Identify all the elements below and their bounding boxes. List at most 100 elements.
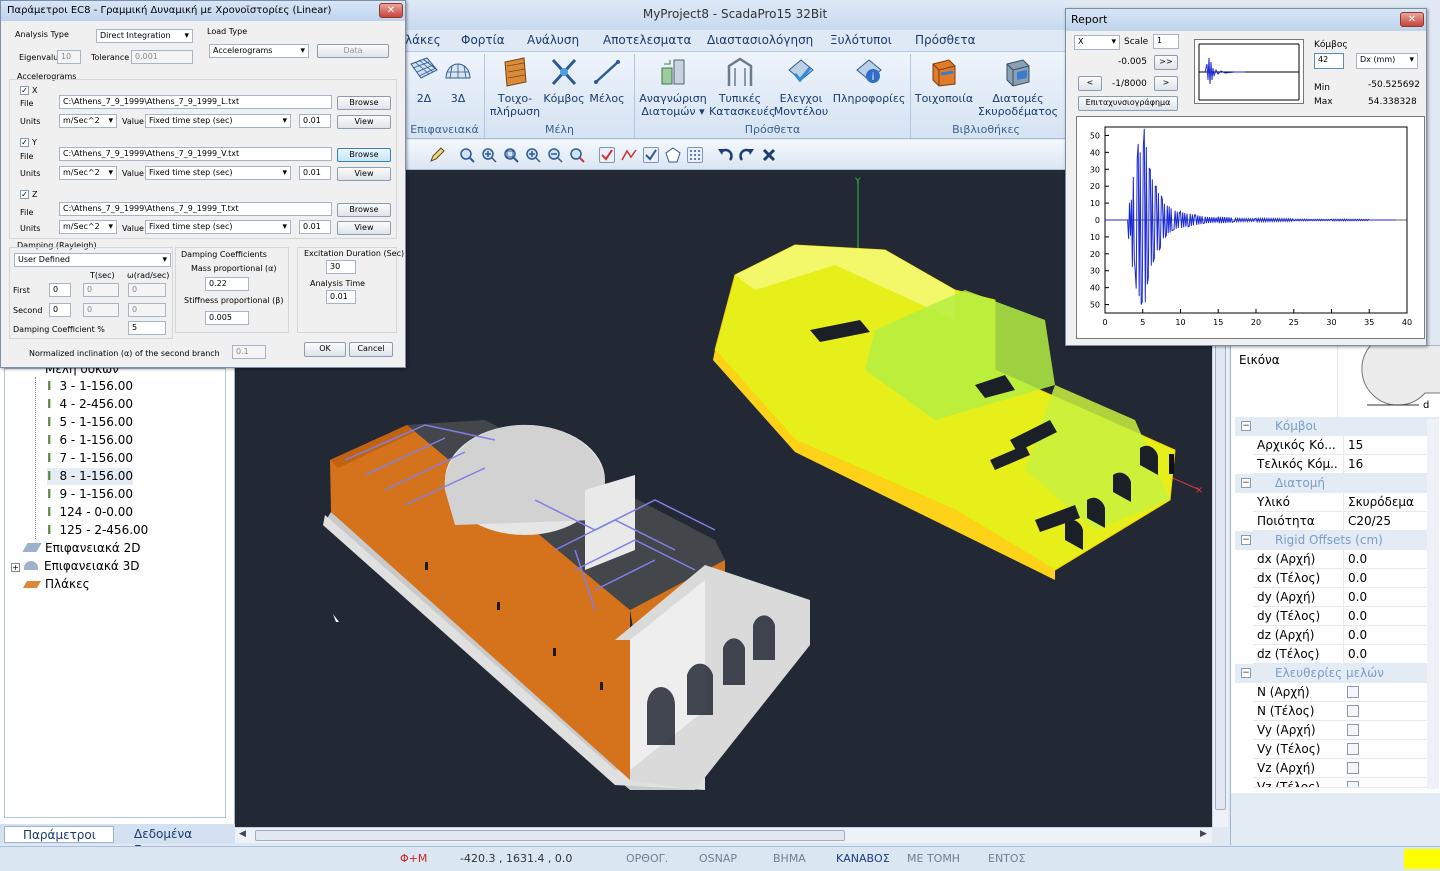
horizontal-scrollbar[interactable]: ◀ ▶: [235, 827, 1212, 843]
prop-end-node[interactable]: Τελικός Κόμ... 16: [1253, 455, 1439, 474]
section-member-releases[interactable]: − Ελευθερίες μελών: [1235, 664, 1439, 683]
menu-analysis[interactable]: Ανάλυση: [527, 33, 579, 47]
prop-release-vz-start[interactable]: Vz (Αρχή): [1253, 759, 1439, 778]
prop-dy-start[interactable]: dy (Αρχή) 0.0: [1253, 588, 1439, 607]
prop-dx-end[interactable]: dx (Τέλος) 0.0: [1253, 569, 1439, 588]
y-value-select[interactable]: Fixed time step (sec): [145, 166, 291, 180]
info-button[interactable]: i Πληροφορίες: [831, 56, 907, 105]
release-checkbox[interactable]: [1347, 781, 1359, 787]
second-t-input[interactable]: 0: [83, 303, 119, 317]
model-check-button[interactable]: Ελεγχοι Μοντέλου: [771, 56, 831, 118]
first-w-input[interactable]: 0: [128, 283, 166, 297]
status-section[interactable]: ΜΕ ΤΟΜΗ: [907, 852, 960, 865]
surface-3d-button[interactable]: 3Δ: [441, 56, 475, 105]
masonry-button[interactable]: Τοιχοποιία: [913, 56, 975, 105]
check-box-icon[interactable]: [643, 147, 659, 163]
x-browse-button[interactable]: Browse: [337, 96, 391, 110]
prop-release-n-start[interactable]: N (Αρχή): [1253, 683, 1439, 702]
damping-type-select[interactable]: User Defined: [14, 253, 171, 267]
ok-button[interactable]: OK: [304, 342, 346, 357]
section-cross-section[interactable]: − Διατομή: [1235, 474, 1439, 493]
mass-proportional-input[interactable]: 0.22: [205, 277, 249, 291]
next-step-button[interactable]: >>: [1154, 55, 1178, 70]
tree-item-surfaces-3d[interactable]: + Επιφανειακά 3D: [11, 558, 140, 575]
zoom-in-icon[interactable]: [481, 147, 497, 163]
scroll-left-icon[interactable]: ◀: [239, 829, 246, 839]
scroll-thumb[interactable]: [255, 830, 845, 841]
tree-item-member-selected[interactable]: I8 - 1-156.00: [47, 468, 134, 485]
analysis-time-input[interactable]: 0.01: [326, 290, 356, 304]
y-file-input[interactable]: C:\Athens_7_9_1999\Athens_7_9_1999_V.txt: [59, 147, 332, 161]
eigenvalue-input[interactable]: 10: [57, 50, 81, 64]
z-view-button[interactable]: View: [337, 221, 391, 235]
analysis-type-select[interactable]: Direct Integration: [96, 29, 193, 43]
status-ortho[interactable]: ΟΡΘΟΓ.: [626, 852, 668, 865]
section-rigid-offsets[interactable]: − Rigid Offsets (cm): [1235, 531, 1439, 550]
prop-start-node[interactable]: Αρχικός Κό... 15: [1253, 436, 1439, 455]
tree-item-member[interactable]: I 125 - 2-456.00: [47, 522, 148, 539]
tab-project-data[interactable]: Δεδομένα Εργου: [116, 826, 224, 857]
infill-button[interactable]: Τοιχο- πλήρωση: [487, 56, 543, 118]
stiffness-proportional-input[interactable]: 0.005: [205, 311, 249, 325]
z-file-input[interactable]: C:\Athens_7_9_1999\Athens_7_9_1999_T.txt: [59, 202, 332, 216]
prop-material[interactable]: Υλικό Σκυρόδεμα: [1253, 493, 1439, 512]
damping-coefficient-input[interactable]: 5: [128, 321, 166, 335]
z-value-select[interactable]: Fixed time step (sec): [145, 220, 291, 234]
tree-item-member[interactable]: I5 - 1-156.00: [47, 414, 133, 431]
prop-release-vz-end[interactable]: Vz (Τέλος): [1253, 778, 1439, 788]
x-file-input[interactable]: C:\Athens_7_9_1999\Athens_7_9_1999_L.txt: [59, 95, 332, 109]
cancel-button[interactable]: Cancel: [349, 342, 393, 357]
prop-dy-end[interactable]: dy (Τέλος) 0.0: [1253, 607, 1439, 626]
x-value-select[interactable]: Fixed time step (sec): [145, 114, 291, 128]
prop-grade[interactable]: Ποιότητα C20/25: [1253, 512, 1439, 531]
surface-2d-button[interactable]: 2Δ: [407, 56, 441, 105]
release-checkbox[interactable]: [1347, 705, 1359, 717]
tree-item-member[interactable]: I 124 - 0-0.00: [47, 504, 133, 521]
release-checkbox[interactable]: [1347, 743, 1359, 755]
z-units-select[interactable]: m/Sec^2: [59, 220, 117, 234]
tolerance-input[interactable]: 0.001: [131, 50, 193, 64]
zoom-icon[interactable]: [459, 147, 475, 163]
y-browse-button[interactable]: Browse: [337, 148, 391, 162]
load-type-select[interactable]: Accelerograms: [209, 44, 309, 58]
second-input[interactable]: 0: [49, 303, 71, 317]
prop-release-n-end[interactable]: N (Τέλος): [1253, 702, 1439, 721]
x-step-input[interactable]: 0.01: [299, 114, 331, 128]
prop-dz-start[interactable]: dz (Αρχή) 0.0: [1253, 626, 1439, 645]
z-checkbox[interactable]: ✓: [20, 190, 29, 199]
tree-item-slabs[interactable]: Πλάκες: [22, 576, 90, 593]
menu-slabs[interactable]: λάκες: [405, 33, 441, 47]
release-checkbox[interactable]: [1347, 762, 1359, 774]
displacement-select[interactable]: Dx (mm): [1356, 53, 1418, 69]
forward-button[interactable]: >: [1154, 76, 1178, 91]
dialog-close-button[interactable]: ✕: [379, 3, 403, 18]
z-step-input[interactable]: 0.01: [299, 220, 331, 234]
node-button[interactable]: Κόμβος: [543, 56, 585, 105]
redo-icon[interactable]: [739, 147, 755, 163]
tree-item-surfaces-2d[interactable]: Επιφανειακά 2D: [22, 540, 141, 557]
zoom-plus-icon[interactable]: [525, 147, 541, 163]
props-scrollbar[interactable]: [1427, 419, 1439, 789]
concrete-sections-button[interactable]: Διατομές Σκυροδέματος: [975, 56, 1061, 118]
status-inside[interactable]: ΕΝΤΟΣ: [988, 852, 1026, 865]
accelerogram-button[interactable]: Επιταχυνσιογράφημα: [1078, 96, 1178, 111]
prop-release-vy-end[interactable]: Vy (Τέλος): [1253, 740, 1439, 759]
status-osnap[interactable]: OSNAP: [699, 852, 737, 865]
first-input[interactable]: 0: [49, 283, 71, 297]
menu-formwork[interactable]: Ξυλότυποι: [830, 33, 892, 47]
pencil-icon[interactable]: [429, 147, 445, 163]
tree-item-member[interactable]: I4 - 2-456.00: [47, 396, 133, 413]
typical-structures-button[interactable]: Τυπικές Κατασκευές: [709, 56, 776, 118]
polygon-icon[interactable]: [665, 147, 681, 163]
menu-results[interactable]: Αποτελεσματα: [603, 33, 691, 47]
release-checkbox[interactable]: [1347, 686, 1359, 698]
tree-item-member[interactable]: I6 - 1-156.00: [47, 432, 133, 449]
grid-dots-icon[interactable]: [687, 147, 703, 163]
data-button[interactable]: Data: [317, 44, 389, 58]
undo-icon[interactable]: [717, 147, 733, 163]
status-step[interactable]: ΒΗΜΑ: [773, 852, 806, 865]
zoom-out-icon[interactable]: [547, 147, 563, 163]
x-view-button[interactable]: View: [337, 115, 391, 129]
prop-dz-end[interactable]: dz (Τέλος) 0.0: [1253, 645, 1439, 664]
x-checkbox[interactable]: ✓: [20, 86, 29, 95]
